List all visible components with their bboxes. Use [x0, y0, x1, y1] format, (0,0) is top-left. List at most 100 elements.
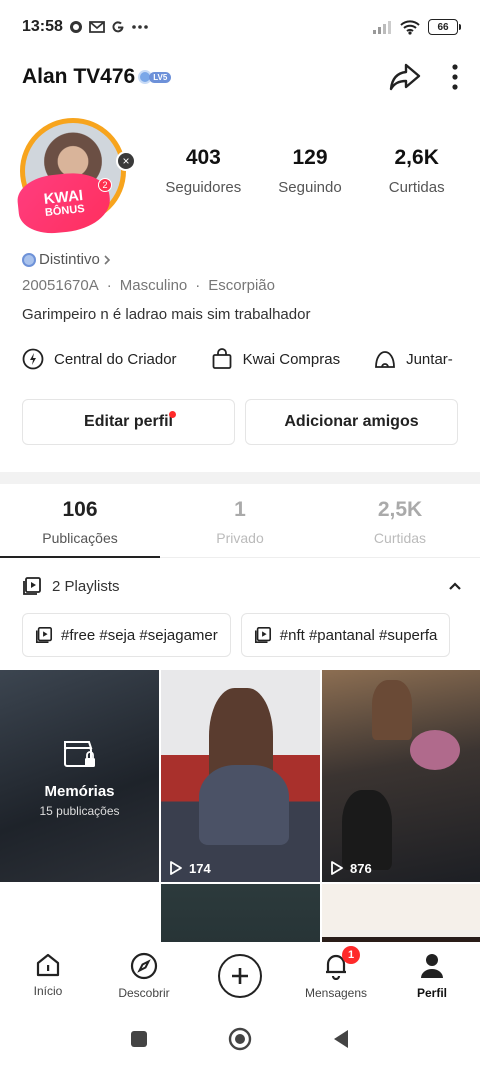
- nav-label: Início: [33, 984, 63, 998]
- level-badge[interactable]: LV5: [138, 70, 172, 84]
- separator: ·: [195, 277, 201, 294]
- level-label: LV5: [149, 71, 172, 83]
- shortcut-join[interactable]: Juntar-: [374, 348, 453, 370]
- more-dots-icon: [132, 25, 148, 29]
- home-icon: [36, 953, 60, 977]
- username: Alan TV476: [22, 65, 136, 88]
- status-time: 13:58: [22, 18, 63, 35]
- stat-value: 129: [292, 146, 328, 169]
- video-thumbnail[interactable]: [161, 884, 320, 942]
- play-icon: [331, 861, 343, 875]
- signal-icon: [373, 21, 391, 34]
- kwai-bonus-line2: BÔNUS: [44, 202, 86, 219]
- playlists-header[interactable]: 2 Playlists: [22, 573, 462, 599]
- memories-count: 15 publicações: [39, 804, 120, 818]
- nav-discover[interactable]: Descobrir: [96, 942, 192, 1012]
- nav-profile[interactable]: Perfil: [384, 942, 480, 1012]
- object-figure: [410, 730, 460, 770]
- distintivo-link[interactable]: Distintivo: [22, 251, 111, 268]
- play-icon: [170, 861, 182, 875]
- content-tabs: 106 Publicações 1 Privado 2,5K Curtidas: [0, 488, 480, 558]
- google-icon: [112, 21, 124, 33]
- status-bar: 13:58 66: [0, 0, 480, 54]
- create-button[interactable]: [218, 954, 262, 998]
- badge-shield-icon: [22, 252, 36, 267]
- tab-private[interactable]: 1 Privado: [160, 488, 320, 557]
- person-icon: [421, 954, 443, 978]
- playlists-title: 2 Playlists: [52, 577, 120, 595]
- memories-overlay: Memórias 15 publicações: [0, 740, 159, 818]
- nav-label: Mensagens: [304, 986, 368, 1000]
- edit-profile-button[interactable]: Editar perfil: [22, 399, 235, 445]
- whatsapp-icon: [69, 21, 82, 33]
- section-divider: [0, 472, 480, 484]
- kwai-bonus-count: 2: [98, 178, 112, 192]
- play-count-value: 876: [350, 860, 372, 876]
- person-figure: [372, 680, 412, 740]
- memories-title: Memórias: [44, 783, 115, 800]
- clapperboard-lock-icon: [63, 741, 95, 767]
- playlist-chips: #free #seja #sejagamer #nft #pantanal #s…: [22, 613, 480, 657]
- stat-label: Seguidores: [165, 179, 242, 196]
- stat-likes[interactable]: 2,6K Curtidas: [363, 146, 470, 196]
- video-grid: Memórias 15 publicações 174 876: [0, 670, 480, 942]
- distintivo-label: Distintivo: [39, 251, 100, 268]
- notification-dot: [169, 411, 176, 418]
- profile-meta: 20051670A · Masculino · Escorpião: [22, 277, 275, 294]
- recent-apps-icon[interactable]: [130, 1030, 148, 1048]
- playlist-icon: [254, 626, 271, 644]
- stat-following[interactable]: 129 Seguindo: [257, 146, 364, 196]
- shopping-bag-icon: [212, 348, 231, 369]
- video-thumbnail[interactable]: [0, 884, 159, 942]
- profile-bio: Garimpeiro n é ladrao mais sim trabalhad…: [22, 306, 311, 323]
- playlist-chip-label: #nft #pantanal #superfa: [279, 626, 438, 644]
- tent-icon: [375, 351, 395, 368]
- tab-posts[interactable]: 106 Publicações: [0, 488, 160, 558]
- avatar[interactable]: × KWAI BÔNUS 2: [15, 118, 136, 237]
- add-friends-button[interactable]: Adicionar amigos: [245, 399, 458, 445]
- profile-actions: Editar perfil Adicionar amigos: [22, 399, 458, 445]
- shortcut-label: Kwai Compras: [242, 350, 341, 368]
- close-icon[interactable]: ×: [116, 151, 136, 171]
- more-options-icon[interactable]: [452, 64, 458, 90]
- nav-create[interactable]: [192, 942, 288, 1012]
- video-thumbnail[interactable]: [322, 884, 480, 942]
- chevron-right-icon: [104, 254, 110, 265]
- video-thumbnail[interactable]: 174: [161, 670, 320, 882]
- shortcut-kwai-shop[interactable]: Kwai Compras: [211, 348, 341, 370]
- compass-icon: [130, 952, 158, 980]
- nav-label: Perfil: [416, 986, 447, 1000]
- memories-tile[interactable]: Memórias 15 publicações: [0, 670, 159, 882]
- shortcut-label: Juntar-: [406, 350, 453, 368]
- tab-likes[interactable]: 2,5K Curtidas: [320, 488, 480, 557]
- wifi-icon: [400, 19, 420, 35]
- home-button-icon[interactable]: [228, 1027, 252, 1051]
- play-count-value: 174: [189, 860, 211, 876]
- stat-label: Curtidas: [388, 179, 445, 196]
- profile-header: Alan TV476 LV5: [0, 54, 480, 100]
- bottom-nav: Início Descobrir 1 Mensagens Perfil: [0, 942, 480, 1012]
- playlist-chip[interactable]: #nft #pantanal #superfa: [240, 613, 451, 657]
- playlist-chip[interactable]: #free #seja #sejagamer: [22, 613, 231, 657]
- nav-messages[interactable]: 1 Mensagens: [288, 942, 384, 1012]
- tab-label: Publicações: [42, 530, 118, 546]
- nav-home[interactable]: Início: [0, 942, 96, 1012]
- stat-value: 403: [185, 146, 221, 169]
- lightning-icon: [22, 348, 44, 370]
- person-figure: [199, 765, 289, 845]
- stat-label: Seguindo: [278, 179, 342, 196]
- chevron-up-icon[interactable]: [448, 581, 462, 591]
- tab-label: Curtidas: [373, 530, 427, 546]
- add-friends-label: Adicionar amigos: [284, 413, 419, 430]
- tab-count: 1: [234, 498, 246, 521]
- shortcuts-row: Central do Criador Kwai Compras Juntar-: [22, 348, 480, 370]
- share-icon[interactable]: [388, 62, 422, 92]
- profile-stats: 403 Seguidores 129 Seguindo 2,6K Curtida…: [150, 146, 470, 196]
- shortcut-creator-center[interactable]: Central do Criador: [22, 348, 177, 370]
- stat-followers[interactable]: 403 Seguidores: [150, 146, 257, 196]
- play-count: 876: [330, 860, 372, 876]
- shortcut-label: Central do Criador: [54, 350, 177, 368]
- back-icon[interactable]: [332, 1029, 350, 1049]
- gender: Masculino: [119, 277, 188, 294]
- video-thumbnail[interactable]: 876: [322, 670, 480, 882]
